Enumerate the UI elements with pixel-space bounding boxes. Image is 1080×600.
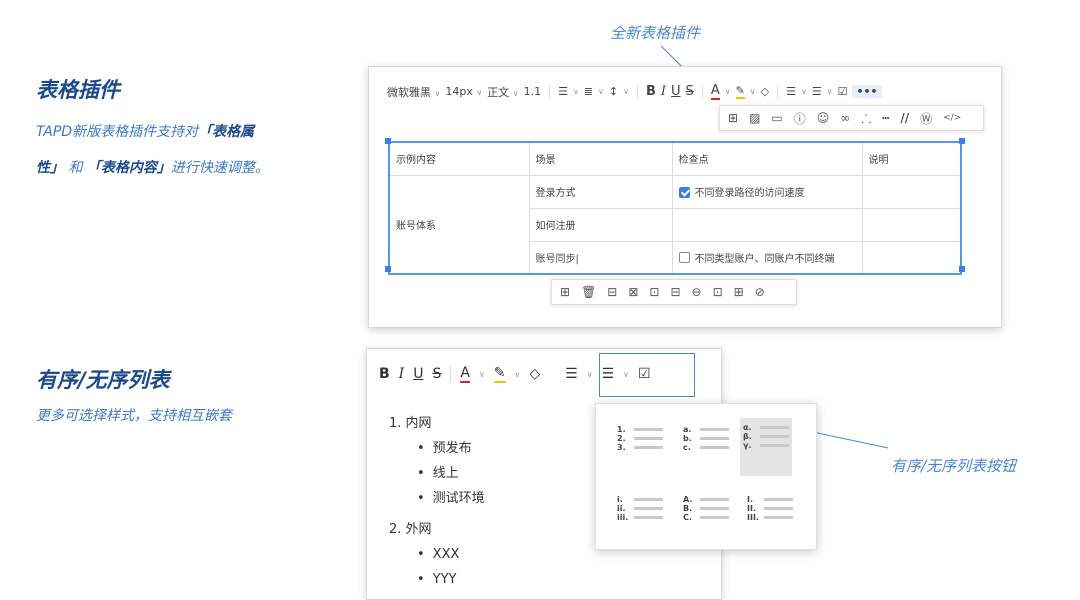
info-icon[interactable]: ⓘ — [794, 110, 806, 127]
image-icon[interactable]: ▨ — [749, 111, 760, 125]
delete-row-icon[interactable]: ⊖ — [692, 285, 702, 299]
table-ops-toolbar: ⊞ 🗑 ⊟ ⊠ ⊡ ⊟ ⊖ ⊡ ⊞ ⊘ — [551, 279, 797, 305]
delete-col-icon[interactable]: ⊘ — [755, 285, 765, 299]
underline-icon[interactable]: U — [413, 366, 423, 382]
insert-col-right-icon[interactable]: ⊞ — [734, 285, 744, 299]
font-family-select[interactable]: 微软雅黑 ∨ — [387, 84, 440, 100]
resize-handle[interactable] — [959, 266, 965, 272]
table-cell[interactable]: 不同登录路径的访问速度 — [671, 174, 863, 209]
emoji-icon[interactable]: ☺ — [817, 111, 830, 125]
code-icon[interactable]: </> — [943, 113, 961, 123]
clear-format-icon[interactable]: ◇ — [761, 85, 769, 98]
list-buttons-highlight — [599, 353, 695, 397]
editor-table[interactable]: 示例内容 场景 检查点 说明 账号体系 登录方式 不同登录路径的访问速度 如何注… — [388, 141, 962, 275]
line-spacing-icon[interactable]: ↕ — [609, 85, 618, 98]
list-style-upper-alpha[interactable]: A. B. C. — [680, 490, 732, 527]
list-style-greek[interactable]: α. β. γ. — [740, 418, 792, 476]
table-cell[interactable] — [671, 207, 863, 242]
list-style-upper-roman[interactable]: I. II. III. — [744, 490, 796, 527]
list-subitem[interactable]: XXX — [389, 542, 485, 567]
table-cell[interactable] — [861, 240, 962, 275]
list-feature-desc: 更多可选择样式，支持相互嵌套 — [36, 408, 232, 424]
table-editor-window: 微软雅黑 ∨ 14px ∨ 正文 ∨ 1.1 ☰ ∨ ≣ ∨ ↕ ∨ B I U S … — [368, 66, 1002, 328]
list-style-lower-alpha[interactable]: a. b. c. — [680, 420, 732, 457]
font-size-select[interactable]: 14px ∨ — [445, 85, 482, 98]
list-subitem[interactable]: 线上 — [389, 461, 485, 486]
split-cells-icon[interactable]: ⊠ — [628, 285, 638, 299]
italic-icon[interactable]: I — [661, 84, 666, 99]
delete-table-icon[interactable]: 🗑 — [581, 285, 596, 299]
table-cell[interactable]: 登录方式 — [528, 174, 673, 209]
video-icon[interactable]: ▭ — [771, 111, 782, 125]
highlight-icon[interactable]: ✎ — [493, 365, 506, 383]
divider-icon[interactable]: ┅ — [882, 111, 889, 125]
list-style-decimal[interactable]: 1. 2. 3. — [614, 420, 666, 457]
list-style-lower-roman[interactable]: i. ii. iii. — [614, 490, 666, 527]
clear-format-icon[interactable]: ◇ — [529, 366, 540, 382]
table-header-cell[interactable]: 场景 — [528, 141, 673, 176]
table-header-cell[interactable]: 示例内容 — [388, 141, 530, 176]
table-cell-group[interactable]: 账号体系 — [388, 174, 530, 275]
insert-row-below-icon[interactable]: ⊟ — [670, 285, 680, 299]
checklist-icon[interactable]: ☑ — [838, 85, 848, 98]
table-cell[interactable] — [861, 207, 962, 242]
font-color-icon[interactable]: A — [710, 83, 720, 100]
quote-icon[interactable]: // — [900, 111, 909, 125]
list-item[interactable]: 2. 外网 — [389, 517, 485, 542]
bold-icon[interactable]: B — [379, 366, 390, 382]
table-cell[interactable] — [861, 174, 962, 209]
link-icon[interactable]: ∞ — [840, 111, 850, 125]
insert-sub-toolbar: ⊞ ▨ ▭ ⓘ ☺ ∞ ⸫ ┅ // Ⓦ </> — [719, 105, 984, 131]
merge-cells-icon[interactable]: ⊟ — [607, 285, 617, 299]
unordered-list-icon[interactable]: ☰ — [812, 85, 822, 98]
line-height-select[interactable]: 1.1 — [524, 85, 542, 98]
indent-icon[interactable]: ≣ — [584, 85, 593, 98]
insert-row-above-icon[interactable]: ⊡ — [649, 285, 659, 299]
table-icon[interactable]: ⊞ — [728, 111, 738, 125]
diagram-icon[interactable]: ⸫ — [861, 110, 871, 127]
font-color-icon[interactable]: A — [460, 365, 470, 383]
table-row: 账号体系 登录方式 不同登录路径的访问速度 — [388, 174, 962, 275]
list-subitem[interactable]: 预发布 — [389, 436, 485, 461]
table-cell[interactable]: 如何注册 — [528, 207, 673, 242]
insert-col-left-icon[interactable]: ⊡ — [713, 285, 723, 299]
checkbox-checked[interactable] — [678, 186, 690, 198]
list-item[interactable]: 1. 内网 — [389, 411, 485, 436]
underline-icon[interactable]: U — [671, 84, 681, 99]
table-cell[interactable]: 不同类型账户、同账户不同终端 — [671, 240, 863, 275]
ordered-list-icon[interactable]: ☰ — [565, 366, 578, 382]
list-content: 1. 内网 预发布 线上 测试环境 2. 外网 XXX YYY — [389, 411, 485, 592]
list-subitem[interactable]: 测试环境 — [389, 486, 485, 511]
italic-icon[interactable]: I — [399, 366, 405, 382]
resize-handle[interactable] — [385, 266, 391, 272]
table-cell[interactable]: 账号同步| — [528, 240, 673, 275]
resize-handle[interactable] — [385, 138, 391, 144]
word-icon[interactable]: Ⓦ — [920, 110, 932, 127]
paragraph-select[interactable]: 正文 ∨ — [487, 84, 518, 100]
ordered-list-icon[interactable]: ☰ — [786, 85, 796, 98]
list-feature-title: 有序/无序列表 — [36, 368, 170, 392]
table-grid-icon[interactable]: ⊞ — [560, 285, 570, 299]
highlight-icon[interactable]: ✎ — [735, 84, 745, 99]
table-header-cell[interactable]: 说明 — [861, 141, 962, 176]
more-icon[interactable]: ••• — [852, 85, 882, 98]
strikethrough-icon[interactable]: S — [432, 366, 441, 382]
resize-handle[interactable] — [959, 138, 965, 144]
strikethrough-icon[interactable]: S — [686, 84, 694, 99]
bold-icon[interactable]: B — [646, 84, 656, 99]
table-header-cell[interactable]: 检查点 — [671, 141, 863, 176]
table-header-row: 示例内容 场景 检查点 说明 — [388, 141, 962, 176]
editor-toolbar: 微软雅黑 ∨ 14px ∨ 正文 ∨ 1.1 ☰ ∨ ≣ ∨ ↕ ∨ B I U S … — [387, 83, 882, 100]
list-button-callout: 有序/无序列表按钮 — [891, 457, 1017, 475]
editor-table-wrap: 示例内容 场景 检查点 说明 账号体系 登录方式 不同登录路径的访问速度 如何注… — [388, 141, 962, 275]
checkbox-unchecked[interactable] — [678, 252, 690, 264]
align-icon[interactable]: ☰ — [558, 85, 568, 98]
list-subitem[interactable]: YYY — [389, 567, 485, 592]
list-style-popup: 1. 2. 3. a. b. c. α. β. γ. i. ii. iii. A… — [595, 403, 817, 550]
